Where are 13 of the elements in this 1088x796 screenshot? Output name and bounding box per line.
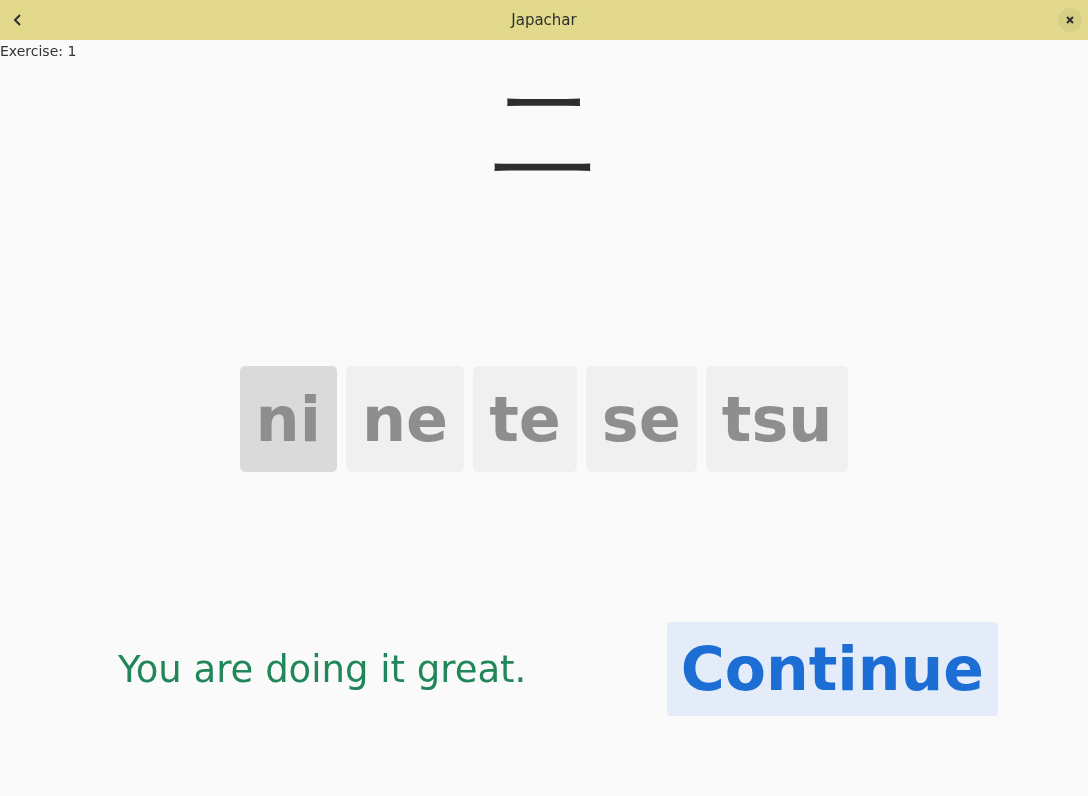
answer-option[interactable]: ne — [345, 366, 465, 472]
answer-option[interactable]: ni — [239, 366, 337, 472]
answer-option[interactable]: tsu — [705, 366, 849, 472]
exercise-label: Exercise: 1 — [0, 43, 77, 59]
answer-option[interactable]: te — [473, 366, 577, 472]
back-icon — [13, 13, 23, 27]
continue-button[interactable]: Continue — [666, 622, 998, 716]
feedback-message: You are doing it great. — [118, 647, 527, 691]
kana-character: 二 — [492, 72, 596, 197]
close-icon — [1065, 15, 1075, 25]
answer-option[interactable]: se — [585, 366, 697, 472]
window-title: Japachar — [511, 11, 577, 29]
close-button[interactable] — [1058, 8, 1082, 32]
